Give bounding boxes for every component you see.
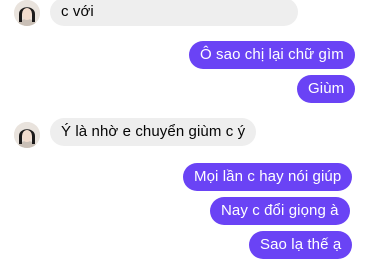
outgoing-message-bubble[interactable]: Sao lạ thế ạ [249,231,353,259]
outgoing-message-bubble[interactable]: Nay c đổi giọng à [210,197,350,225]
outgoing-message-bubble[interactable]: Mọi lần c hay nói giúp [183,163,353,191]
contact-avatar[interactable] [14,0,40,26]
outgoing-message-bubble[interactable]: Giùm [297,75,356,103]
contact-avatar-icon [14,0,40,26]
incoming-message-bubble[interactable]: Ý là nhờ e chuyển giùm c ý [50,118,257,146]
outgoing-message-bubble[interactable]: Ô sao chị lại chữ gìm [189,41,355,69]
contact-avatar[interactable] [14,122,40,148]
incoming-message-bubble[interactable]: c với [50,0,298,26]
contact-avatar-icon [14,122,40,148]
